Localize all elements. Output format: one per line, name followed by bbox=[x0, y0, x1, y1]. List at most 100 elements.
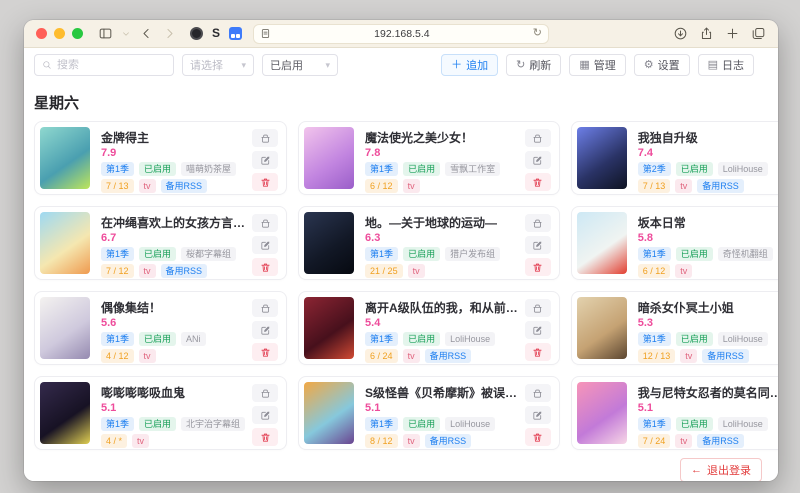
poster-image[interactable] bbox=[577, 127, 627, 189]
download-button[interactable] bbox=[252, 129, 278, 147]
delete-button[interactable] bbox=[525, 343, 551, 361]
anime-title[interactable]: 坂本日常 bbox=[638, 214, 778, 231]
edit-button[interactable] bbox=[252, 406, 278, 424]
share-icon[interactable] bbox=[699, 26, 714, 41]
poster-image[interactable] bbox=[577, 212, 627, 274]
delete-button[interactable] bbox=[525, 173, 551, 191]
sidebar-icon[interactable] bbox=[98, 26, 113, 41]
type-badge: tv bbox=[132, 434, 149, 448]
anime-title[interactable]: 魔法使光之美少女！ bbox=[365, 129, 518, 146]
download-button[interactable] bbox=[525, 384, 551, 402]
extension-icon-blue[interactable] bbox=[229, 27, 242, 40]
season-badge: 第1季 bbox=[638, 417, 671, 431]
type-filter-select[interactable]: 请选择 ▾ bbox=[182, 54, 254, 76]
backup-rss-badge: 备用RSS bbox=[425, 349, 472, 363]
log-button[interactable]: ▤ 日志 bbox=[698, 54, 754, 76]
edit-icon bbox=[260, 240, 271, 251]
anime-title[interactable]: 金牌得主 bbox=[101, 129, 245, 146]
type-badge: tv bbox=[675, 434, 692, 448]
settings-button[interactable]: ⚙ 设置 bbox=[634, 54, 690, 76]
browser-window: S 192.168.5.4 ↻ 请选择 ▾ 已启用 ▾ bbox=[24, 20, 778, 481]
subgroup-badge: LoliHouse bbox=[445, 417, 495, 431]
page-settings-icon[interactable] bbox=[260, 28, 271, 39]
search-input[interactable] bbox=[57, 59, 166, 71]
status-badge: 已启用 bbox=[139, 332, 176, 346]
zoom-window-button[interactable] bbox=[72, 28, 83, 39]
logout-button[interactable]: ← 退出登录 bbox=[680, 458, 762, 481]
type-badge: tv bbox=[680, 349, 697, 363]
poster-image[interactable] bbox=[304, 382, 354, 444]
new-tab-icon[interactable] bbox=[725, 26, 740, 41]
poster-image[interactable] bbox=[577, 382, 627, 444]
download-button[interactable] bbox=[525, 129, 551, 147]
anime-rating: 6.3 bbox=[365, 232, 518, 244]
edit-button[interactable] bbox=[525, 321, 551, 339]
delete-button[interactable] bbox=[525, 258, 551, 276]
anime-title[interactable]: 我与尼特女忍者的莫名同… bbox=[638, 384, 778, 401]
delete-button[interactable] bbox=[525, 428, 551, 446]
add-button[interactable]: ＋ 追加 bbox=[441, 54, 498, 76]
poster-image[interactable] bbox=[40, 127, 90, 189]
poster-image[interactable] bbox=[40, 382, 90, 444]
delete-button[interactable] bbox=[252, 173, 278, 191]
anime-title[interactable]: 在冲绳喜欢上的女孩方言… bbox=[101, 214, 245, 231]
reload-icon[interactable]: ↻ bbox=[533, 28, 542, 39]
plus-icon: ＋ bbox=[451, 60, 462, 71]
poster-image[interactable] bbox=[304, 297, 354, 359]
edit-button[interactable] bbox=[525, 406, 551, 424]
delete-button[interactable] bbox=[252, 258, 278, 276]
downloads-icon[interactable] bbox=[673, 26, 688, 41]
edit-icon bbox=[532, 155, 543, 166]
anime-rating: 7.4 bbox=[638, 147, 778, 159]
forward-button[interactable] bbox=[162, 26, 177, 41]
anime-title[interactable]: 我独自升级 bbox=[638, 129, 778, 146]
status-filter-select[interactable]: 已启用 ▾ bbox=[262, 54, 338, 76]
edit-button[interactable] bbox=[252, 321, 278, 339]
download-button[interactable] bbox=[525, 299, 551, 317]
extension-icon-dark[interactable] bbox=[190, 27, 203, 40]
close-window-button[interactable] bbox=[36, 28, 47, 39]
poster-image[interactable] bbox=[40, 212, 90, 274]
delete-button[interactable] bbox=[252, 343, 278, 361]
edit-icon bbox=[260, 155, 271, 166]
anime-rating: 5.4 bbox=[365, 317, 518, 329]
poster-image[interactable] bbox=[304, 127, 354, 189]
back-button[interactable] bbox=[139, 26, 154, 41]
download-button[interactable] bbox=[252, 214, 278, 232]
refresh-button[interactable]: ↻ 刷新 bbox=[506, 54, 561, 76]
episodes-badge: 6 / 12 bbox=[638, 264, 671, 278]
subgroup-badge: 桜都字幕组 bbox=[181, 247, 236, 261]
anime-title[interactable]: 暗杀女仆冥土小姐 bbox=[638, 299, 778, 316]
search-input-wrapper[interactable] bbox=[34, 54, 174, 76]
subgroup-badge: LoliHouse bbox=[718, 417, 768, 431]
download-button[interactable] bbox=[252, 299, 278, 317]
chevron-down-icon[interactable] bbox=[121, 29, 131, 39]
minimize-window-button[interactable] bbox=[54, 28, 65, 39]
download-button[interactable] bbox=[252, 384, 278, 402]
log-button-label: 日志 bbox=[722, 57, 744, 73]
delete-button[interactable] bbox=[252, 428, 278, 446]
address-bar[interactable]: 192.168.5.4 ↻ bbox=[253, 24, 549, 44]
season-badge: 第2季 bbox=[638, 162, 671, 176]
type-badge: tv bbox=[403, 349, 420, 363]
manage-button[interactable]: ▦ 管理 bbox=[569, 54, 625, 76]
anime-title[interactable]: 嘭嘭嘭嘭吸血鬼 bbox=[101, 384, 245, 401]
trash-icon bbox=[532, 177, 543, 188]
weekday-heading: 星期六 bbox=[24, 92, 778, 113]
anime-title[interactable]: 地。—关于地球的运动— bbox=[365, 214, 518, 231]
edit-button[interactable] bbox=[252, 236, 278, 254]
poster-image[interactable] bbox=[40, 297, 90, 359]
edit-button[interactable] bbox=[525, 151, 551, 169]
anime-title[interactable]: 离开A级队伍的我，和从前… bbox=[365, 299, 518, 316]
anime-title[interactable]: S级怪兽《贝希摩斯》被误… bbox=[365, 384, 518, 401]
edit-button[interactable] bbox=[525, 236, 551, 254]
tab-overview-icon[interactable] bbox=[751, 26, 766, 41]
download-button[interactable] bbox=[525, 214, 551, 232]
edit-button[interactable] bbox=[252, 151, 278, 169]
poster-image[interactable] bbox=[304, 212, 354, 274]
extension-icon-s[interactable]: S bbox=[212, 27, 220, 40]
manage-button-label: 管理 bbox=[594, 57, 616, 73]
poster-image[interactable] bbox=[577, 297, 627, 359]
anime-rating: 6.7 bbox=[101, 232, 245, 244]
anime-title[interactable]: 偶像集结！ bbox=[101, 299, 245, 316]
